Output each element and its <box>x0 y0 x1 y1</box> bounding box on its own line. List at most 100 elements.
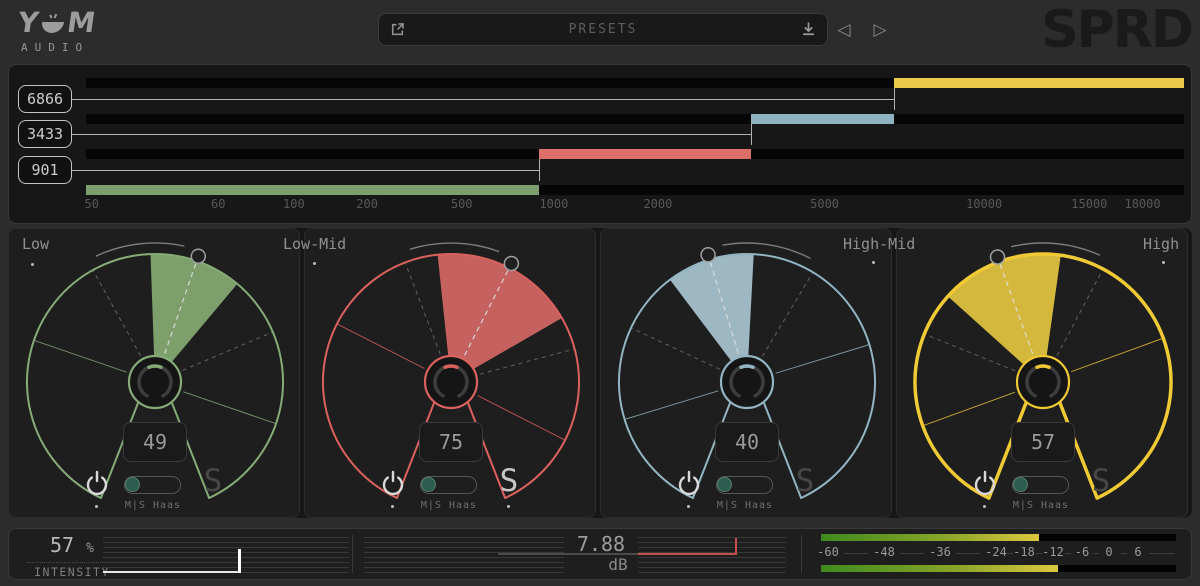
presets-label[interactable]: PRESETS <box>406 22 800 37</box>
freq-axis-label: 60 <box>211 197 225 211</box>
low-gauge-handle[interactable] <box>191 249 205 263</box>
high-mid-value-box[interactable]: 40 <box>715 422 779 462</box>
meter-scale-label: -48 <box>873 545 895 559</box>
band-title-dot-high-mid <box>872 261 875 264</box>
low-mid-solo-dot <box>507 505 510 508</box>
freq-axis-label: 10000 <box>966 197 1002 211</box>
band-title-dot-high <box>1162 261 1165 264</box>
footer-divider <box>352 535 353 573</box>
gain-value[interactable]: 7.88 <box>566 532 636 556</box>
low-mid-value-box[interactable]: 75 <box>419 422 483 462</box>
low-power-button[interactable] <box>83 468 111 500</box>
high-ms-haas-toggle[interactable] <box>1012 476 1069 494</box>
low-mid-solo-button[interactable]: S <box>493 463 525 499</box>
freq-axis-label: 50 <box>85 197 99 211</box>
sprd-logo: SPRD <box>1041 0 1192 60</box>
high-knob[interactable] <box>1017 356 1069 408</box>
high-power-button[interactable] <box>971 468 999 500</box>
band-title-dot-low <box>31 263 34 266</box>
freq-band-fill-low-mid[interactable] <box>539 149 751 159</box>
knob-indicator-arc <box>445 366 457 367</box>
high-ms-haas-label: M|S Haas <box>997 500 1085 511</box>
crossover-line <box>72 99 894 100</box>
top-bar: YM AUDIO PRESETS ◁ ▷ SPRD <box>0 0 1200 62</box>
freq-track-high-mid <box>86 114 1184 124</box>
freq-axis-label: 200 <box>356 197 378 211</box>
meter-scale-label: -36 <box>929 545 951 559</box>
gauge-graduation-line <box>406 263 441 354</box>
meter-scale-dash <box>1036 553 1042 554</box>
yum-logo-sub: AUDIO <box>18 41 96 54</box>
gauge-swoosh <box>410 243 498 251</box>
gain-slider-handle[interactable] <box>735 538 737 555</box>
intensity-slider-handle[interactable] <box>238 549 241 573</box>
gauge-axis-line <box>776 345 870 374</box>
low-power-dot <box>95 505 98 508</box>
low-mid-ms-haas-label: M|S Haas <box>405 500 493 511</box>
low-mid-gauge-handle[interactable] <box>504 257 518 271</box>
gauge-axis-line <box>183 392 276 424</box>
crossover-tick[interactable] <box>751 123 752 145</box>
crossover-value-6866[interactable]: 6866 <box>18 85 72 113</box>
gain-slider-left[interactable] <box>364 537 564 573</box>
meter-scale-dash <box>1121 553 1127 554</box>
save-preset-icon[interactable] <box>800 21 817 38</box>
high-mid-gauge-handle[interactable] <box>701 248 715 262</box>
prev-preset-button[interactable]: ◁ <box>832 18 856 42</box>
freq-axis-label: 15000 <box>1071 197 1107 211</box>
footer-bar: 57 % INTENSITY 7.88 dB -60-48-36-24-18-1… <box>8 528 1192 580</box>
high-mid-solo-button[interactable]: S <box>789 463 821 499</box>
meter-fill-left <box>821 534 1039 541</box>
freq-band-fill-high-mid[interactable] <box>751 114 894 124</box>
band-title-high-mid: High-Mid <box>843 235 915 253</box>
high-mid-ms-haas-toggle[interactable] <box>716 476 773 494</box>
low-mid-knob[interactable] <box>425 356 477 408</box>
intensity-slider[interactable] <box>103 537 349 573</box>
low-mid-power-button[interactable] <box>379 468 407 500</box>
freq-band-fill-low[interactable] <box>86 185 539 195</box>
meter-scale-dash <box>1007 553 1013 554</box>
meter-scale-label: 6 <box>1134 545 1141 559</box>
toggle-knob <box>125 477 140 492</box>
presets-dropdown[interactable]: PRESETS <box>378 13 828 46</box>
toggle-knob <box>421 477 436 492</box>
meter-bar-left <box>821 534 1176 541</box>
freq-track-low-mid <box>86 149 1184 159</box>
band-title-low: Low <box>22 235 49 253</box>
meter-scale-label: 0 <box>1105 545 1112 559</box>
freq-axis-label: 5000 <box>810 197 839 211</box>
low-ms-haas-toggle[interactable] <box>124 476 181 494</box>
high-mid-knob[interactable] <box>721 356 773 408</box>
gain-slider-right[interactable] <box>638 537 786 573</box>
meter-scale-label: -24 <box>985 545 1007 559</box>
gauge-axis-line <box>625 391 719 420</box>
meter-scale-label: -12 <box>1042 545 1064 559</box>
freq-track-low <box>86 185 1184 195</box>
high-mid-ms-haas-label: M|S Haas <box>701 500 789 511</box>
high-gauge-handle[interactable] <box>991 250 1005 264</box>
freq-band-fill-high[interactable] <box>894 78 1184 88</box>
meter-scale-dash <box>1149 553 1175 554</box>
band-panel-low-mid: 75 M|S HaasS <box>304 228 596 518</box>
low-knob[interactable] <box>129 356 181 408</box>
gain-unit: dB <box>583 555 653 574</box>
crossover-value-901[interactable]: 901 <box>18 156 72 184</box>
open-preset-icon[interactable] <box>389 21 406 38</box>
crossover-tick[interactable] <box>894 88 895 110</box>
next-preset-button[interactable]: ▷ <box>868 18 892 42</box>
freq-track-high <box>86 78 1184 88</box>
crossover-line <box>72 170 539 171</box>
crossover-tick[interactable] <box>539 159 540 181</box>
gauge-graduation-line <box>183 332 272 370</box>
bowl-icon <box>38 12 68 38</box>
low-solo-button[interactable]: S <box>197 463 229 499</box>
band-title-dot-low-mid <box>313 262 316 265</box>
low-value-box[interactable]: 49 <box>123 422 187 462</box>
meter-bar-right <box>821 565 1176 572</box>
high-solo-button[interactable]: S <box>1085 463 1117 499</box>
high-mid-power-button[interactable] <box>675 468 703 500</box>
knob-indicator-arc <box>149 366 161 367</box>
low-mid-ms-haas-toggle[interactable] <box>420 476 477 494</box>
crossover-value-3433[interactable]: 3433 <box>18 120 72 148</box>
high-value-box[interactable]: 57 <box>1011 422 1075 462</box>
